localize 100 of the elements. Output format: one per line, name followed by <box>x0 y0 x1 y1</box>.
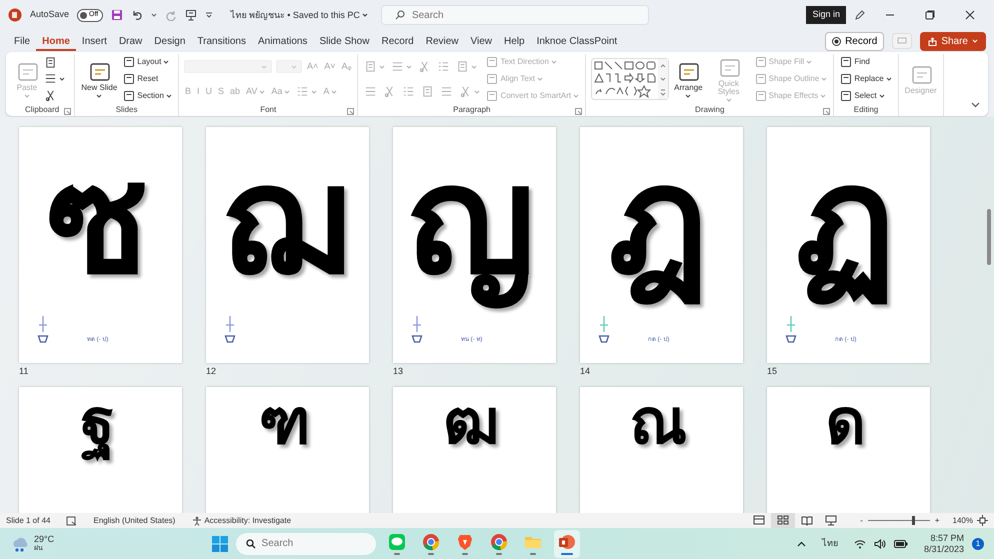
slide-thumbnail[interactable]: ฒ <box>393 387 556 513</box>
slide-glyph: ฎ <box>608 135 710 307</box>
tool-icon <box>486 56 498 68</box>
fit-to-window-icon[interactable] <box>977 515 988 526</box>
ribbon-button[interactable]: Layout <box>122 56 170 68</box>
chat-icon[interactable] <box>388 532 406 550</box>
share-button[interactable]: Share <box>920 32 986 50</box>
presentation-icon[interactable] <box>185 9 198 21</box>
ribbon-button[interactable]: New Slide <box>80 55 118 103</box>
battery-icon[interactable] <box>894 540 908 548</box>
customize-icon[interactable] <box>205 11 214 19</box>
caret-icon <box>362 13 368 17</box>
slideshow-icon[interactable] <box>825 515 838 526</box>
save-icon[interactable] <box>111 9 124 21</box>
document-icon[interactable] <box>44 56 57 69</box>
shapes-gallery[interactable] <box>591 58 670 100</box>
slide-number: 13 <box>393 365 404 377</box>
ribbon-button[interactable]: Find <box>839 56 871 68</box>
volume-icon[interactable] <box>874 538 886 548</box>
ribbon-button[interactable]: Reset <box>122 72 160 85</box>
wifi-icon[interactable] <box>854 538 866 548</box>
collapse-icon[interactable] <box>971 102 980 108</box>
menu-tab[interactable]: File <box>8 32 36 50</box>
clock-time[interactable]: 8:57 PM <box>930 532 964 544</box>
ribbon-button[interactable]: Section <box>122 90 173 102</box>
menu-tab[interactable]: View <box>464 32 498 50</box>
clock-date[interactable]: 8/31/2023 <box>924 544 964 554</box>
caret-icon <box>151 13 158 17</box>
search-icon <box>394 10 405 20</box>
normal-view-icon[interactable] <box>753 515 766 526</box>
slide-thumbnail[interactable]: ด <box>767 387 930 513</box>
reading-view-icon[interactable] <box>801 515 814 526</box>
pen-icon[interactable] <box>854 9 866 21</box>
menu-tab[interactable]: Record <box>375 32 420 50</box>
zoom-in-button[interactable]: + <box>934 516 941 524</box>
scrollbar-thumb[interactable] <box>987 209 991 265</box>
tool-icon <box>123 56 136 68</box>
spelling-icon[interactable] <box>66 516 78 526</box>
launcher-icon[interactable] <box>575 108 582 115</box>
menu-tab[interactable]: Transitions <box>191 32 252 50</box>
start-icon[interactable] <box>212 536 228 552</box>
tool-icon <box>486 72 498 85</box>
launcher-icon[interactable] <box>347 108 354 115</box>
tool-icon <box>840 90 852 102</box>
zoom-percent[interactable]: 140% <box>952 514 973 526</box>
tool-icon <box>123 90 136 102</box>
document-title[interactable]: ไทย พยัญชนะ • Saved to this PC <box>229 10 369 20</box>
group-label: Paragraph <box>452 104 492 116</box>
slide-thumbnail[interactable]: ฌ <box>206 127 369 363</box>
menu-tab[interactable]: Design <box>148 32 192 50</box>
launcher-icon[interactable] <box>823 108 830 115</box>
taskbar-search-field[interactable]: Search <box>236 532 376 554</box>
slide-thumbnail[interactable]: ณ <box>580 387 743 513</box>
restore-icon[interactable] <box>924 9 936 21</box>
slide-thumbnail[interactable]: ฐ <box>19 387 182 513</box>
browser-icon[interactable] <box>422 532 440 550</box>
ribbon-button[interactable]: Arrange <box>673 55 704 103</box>
menu-tab[interactable]: Slide Show <box>313 32 376 50</box>
presentation-app-icon[interactable] <box>558 532 576 550</box>
slide-glyph: ด <box>826 387 866 459</box>
menu-tab[interactable]: Help <box>498 32 531 50</box>
slide-glyph: ณ <box>630 387 688 459</box>
slide-number: 12 <box>206 365 218 377</box>
accessibility-button[interactable]: Accessibility: Investigate <box>191 516 292 526</box>
language-label: English (United States) <box>93 514 176 526</box>
sign-in-button[interactable]: Sign in <box>806 6 846 24</box>
shield-icon[interactable] <box>456 532 474 550</box>
group-label: Drawing <box>694 104 726 116</box>
menu-tab[interactable]: Inknoe ClassPoint <box>530 32 624 50</box>
caret-icon <box>290 64 297 68</box>
ribbon-button[interactable]: Replace <box>839 72 893 85</box>
slide-glyph: ซ <box>46 135 150 306</box>
chevron-up-icon[interactable] <box>796 540 806 546</box>
zoom-out-button[interactable]: - <box>859 516 864 524</box>
ribbon-button[interactable]: Select <box>839 90 886 102</box>
app-icon[interactable] <box>8 8 22 22</box>
slide-glyph: ญ <box>408 127 542 322</box>
menu-tab[interactable]: Animations <box>252 32 314 50</box>
slide-glyph: ฏ <box>795 135 897 307</box>
slide-glyph: ฐ <box>80 387 120 468</box>
tool-icon <box>754 90 767 102</box>
input-language[interactable]: ไทย <box>822 536 838 550</box>
menu-tab[interactable]: Home <box>36 32 76 50</box>
lines-icon[interactable] <box>44 72 57 86</box>
slide-sorter-icon[interactable] <box>777 515 790 526</box>
tool-icon <box>840 72 852 85</box>
notification-count[interactable]: 1 <box>972 538 984 550</box>
launcher-icon[interactable] <box>64 108 72 115</box>
menu-tab[interactable]: Insert <box>76 32 113 50</box>
menu-tab[interactable]: Review <box>420 32 465 50</box>
group-label: Editing <box>852 104 880 116</box>
search-field[interactable]: Search <box>380 5 649 25</box>
slide-thumbnail[interactable]: ฑ <box>206 387 369 513</box>
tool-icon <box>840 56 852 68</box>
zoom-slider-thumb[interactable] <box>912 516 916 525</box>
undo-icon[interactable] <box>131 9 144 21</box>
browser-icon[interactable] <box>490 532 508 550</box>
record-button[interactable]: Record <box>825 32 884 50</box>
close-icon[interactable] <box>964 9 976 21</box>
menu-tab[interactable]: Draw <box>112 32 148 50</box>
